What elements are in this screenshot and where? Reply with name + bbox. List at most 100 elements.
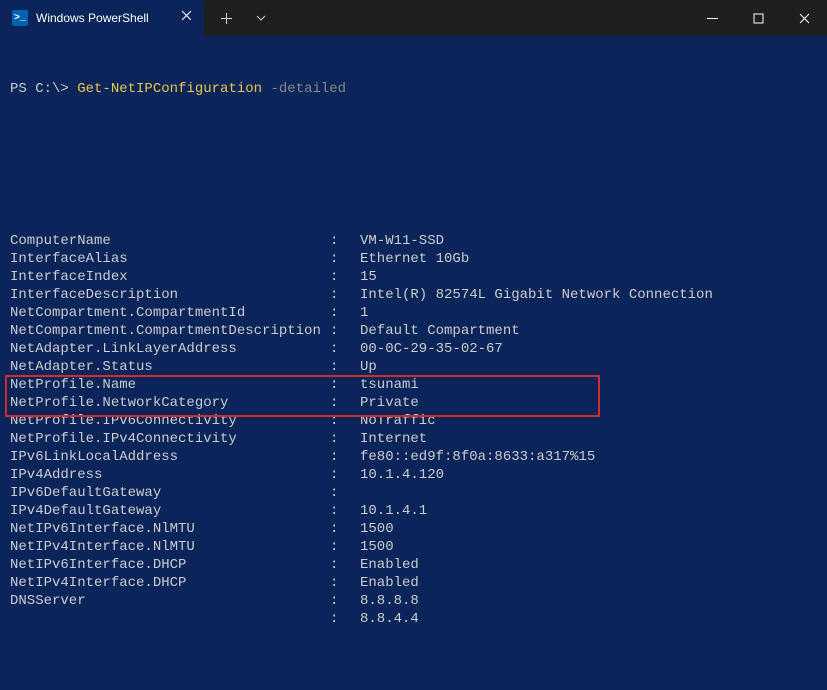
output-key: NetProfile.NetworkCategory bbox=[10, 394, 330, 412]
output-row: InterfaceDescription: Intel(R) 82574L Gi… bbox=[10, 286, 817, 304]
output-value: 15 bbox=[360, 268, 377, 286]
output-key: NetCompartment.CompartmentId bbox=[10, 304, 330, 322]
command-text: Get-NetIPConfiguration bbox=[77, 81, 262, 97]
output-key: IPv6DefaultGateway bbox=[10, 484, 330, 502]
output-key: NetProfile.Name bbox=[10, 376, 330, 394]
output-value: fe80::ed9f:8f0a:8633:a317%15 bbox=[360, 448, 595, 466]
new-tab-button[interactable] bbox=[212, 4, 242, 32]
output-value: 8.8.8.8 bbox=[360, 592, 419, 610]
tab-dropdown-button[interactable] bbox=[246, 4, 276, 32]
close-window-button[interactable] bbox=[781, 0, 827, 36]
prompt-prefix: PS C:\> bbox=[10, 81, 69, 97]
output-separator: : bbox=[330, 592, 360, 610]
output-key: InterfaceAlias bbox=[10, 250, 330, 268]
powershell-icon: >_ bbox=[12, 10, 28, 26]
command-param: -detailed bbox=[270, 81, 346, 97]
output-separator: : bbox=[330, 484, 360, 502]
tab-actions bbox=[204, 4, 284, 32]
output-row: NetProfile.NetworkCategory: Private bbox=[10, 394, 817, 412]
output-row: IPv4DefaultGateway: 10.1.4.1 bbox=[10, 502, 817, 520]
output-value: Private bbox=[360, 394, 419, 412]
output-row: NetProfile.IPv6Connectivity: NoTraffic bbox=[10, 412, 817, 430]
output-key: InterfaceDescription bbox=[10, 286, 330, 304]
output-separator: : bbox=[330, 556, 360, 574]
output-key: NetProfile.IPv4Connectivity bbox=[10, 430, 330, 448]
output-key: InterfaceIndex bbox=[10, 268, 330, 286]
output-value: 1 bbox=[360, 304, 368, 322]
output-value: tsunami bbox=[360, 376, 419, 394]
output-row: IPv6LinkLocalAddress: fe80::ed9f:8f0a:86… bbox=[10, 448, 817, 466]
output-separator: : bbox=[330, 502, 360, 520]
output-value: Enabled bbox=[360, 574, 419, 592]
prompt-line: PS C:\> Get-NetIPConfiguration -detailed bbox=[10, 80, 817, 98]
output-value: Enabled bbox=[360, 556, 419, 574]
output-row: NetProfile.IPv4Connectivity: Internet bbox=[10, 430, 817, 448]
output-key: NetIPv6Interface.DHCP bbox=[10, 556, 330, 574]
output-value: Intel(R) 82574L Gigabit Network Connecti… bbox=[360, 286, 713, 304]
output-separator: : bbox=[330, 286, 360, 304]
output-value: Internet bbox=[360, 430, 427, 448]
output-separator: : bbox=[330, 340, 360, 358]
output-row: IPv6DefaultGateway: bbox=[10, 484, 817, 502]
output-key: ComputerName bbox=[10, 232, 330, 250]
output-value: Ethernet 10Gb bbox=[360, 250, 469, 268]
output-row: NetCompartment.CompartmentDescription: D… bbox=[10, 322, 817, 340]
output-key: NetCompartment.CompartmentDescription bbox=[10, 322, 330, 340]
maximize-button[interactable] bbox=[735, 0, 781, 36]
output-separator: : bbox=[330, 430, 360, 448]
output-key: NetProfile.IPv6Connectivity bbox=[10, 412, 330, 430]
output-row: NetIPv6Interface.NlMTU: 1500 bbox=[10, 520, 817, 538]
output-separator: : bbox=[330, 520, 360, 538]
output-key: NetAdapter.Status bbox=[10, 358, 330, 376]
output-value: 1500 bbox=[360, 538, 394, 556]
minimize-button[interactable] bbox=[689, 0, 735, 36]
output-separator: : bbox=[330, 574, 360, 592]
output-separator: : bbox=[330, 538, 360, 556]
output-separator: : bbox=[330, 466, 360, 484]
output-key: NetAdapter.LinkLayerAddress bbox=[10, 340, 330, 358]
output-row: NetIPv4Interface.DHCP: Enabled bbox=[10, 574, 817, 592]
output-separator: : bbox=[330, 304, 360, 322]
output-separator: : bbox=[330, 412, 360, 430]
command-output: ComputerName: VM-W11-SSDInterfaceAlias: … bbox=[10, 178, 817, 664]
output-value: 10.1.4.120 bbox=[360, 466, 444, 484]
output-row: NetAdapter.LinkLayerAddress: 00-0C-29-35… bbox=[10, 340, 817, 358]
output-separator: : bbox=[330, 322, 360, 340]
window-controls bbox=[689, 0, 827, 36]
output-separator: : bbox=[330, 358, 360, 376]
output-row: InterfaceIndex: 15 bbox=[10, 268, 817, 286]
output-row: NetAdapter.Status: Up bbox=[10, 358, 817, 376]
output-separator: : bbox=[330, 610, 360, 628]
output-separator: : bbox=[330, 250, 360, 268]
output-row: NetCompartment.CompartmentId: 1 bbox=[10, 304, 817, 322]
output-key: IPv6LinkLocalAddress bbox=[10, 448, 330, 466]
output-separator: : bbox=[330, 268, 360, 286]
close-tab-button[interactable] bbox=[181, 10, 192, 26]
output-key: NetIPv6Interface.NlMTU bbox=[10, 520, 330, 538]
output-row: DNSServer: 8.8.8.8 bbox=[10, 592, 817, 610]
title-bar: >_ Windows PowerShell bbox=[0, 0, 827, 36]
output-row: NetIPv6Interface.DHCP: Enabled bbox=[10, 556, 817, 574]
output-value: Up bbox=[360, 358, 377, 376]
output-value: NoTraffic bbox=[360, 412, 436, 430]
output-row: IPv4Address: 10.1.4.120 bbox=[10, 466, 817, 484]
output-key: IPv4Address bbox=[10, 466, 330, 484]
output-key: DNSServer bbox=[10, 592, 330, 610]
output-row: NetProfile.Name: tsunami bbox=[10, 376, 817, 394]
output-row: InterfaceAlias: Ethernet 10Gb bbox=[10, 250, 817, 268]
output-value: VM-W11-SSD bbox=[360, 232, 444, 250]
output-row: NetIPv4Interface.NlMTU: 1500 bbox=[10, 538, 817, 556]
tab-powershell[interactable]: >_ Windows PowerShell bbox=[0, 0, 204, 36]
output-separator: : bbox=[330, 394, 360, 412]
output-separator: : bbox=[330, 376, 360, 394]
output-row: ComputerName: VM-W11-SSD bbox=[10, 232, 817, 250]
output-value: 10.1.4.1 bbox=[360, 502, 427, 520]
output-value: 1500 bbox=[360, 520, 394, 538]
output-key: IPv4DefaultGateway bbox=[10, 502, 330, 520]
output-value: Default Compartment bbox=[360, 322, 520, 340]
terminal-area[interactable]: PS C:\> Get-NetIPConfiguration -detailed… bbox=[0, 36, 827, 690]
tab-title: Windows PowerShell bbox=[36, 11, 149, 25]
output-separator: : bbox=[330, 448, 360, 466]
output-value: 8.8.4.4 bbox=[360, 610, 419, 628]
output-key: NetIPv4Interface.NlMTU bbox=[10, 538, 330, 556]
